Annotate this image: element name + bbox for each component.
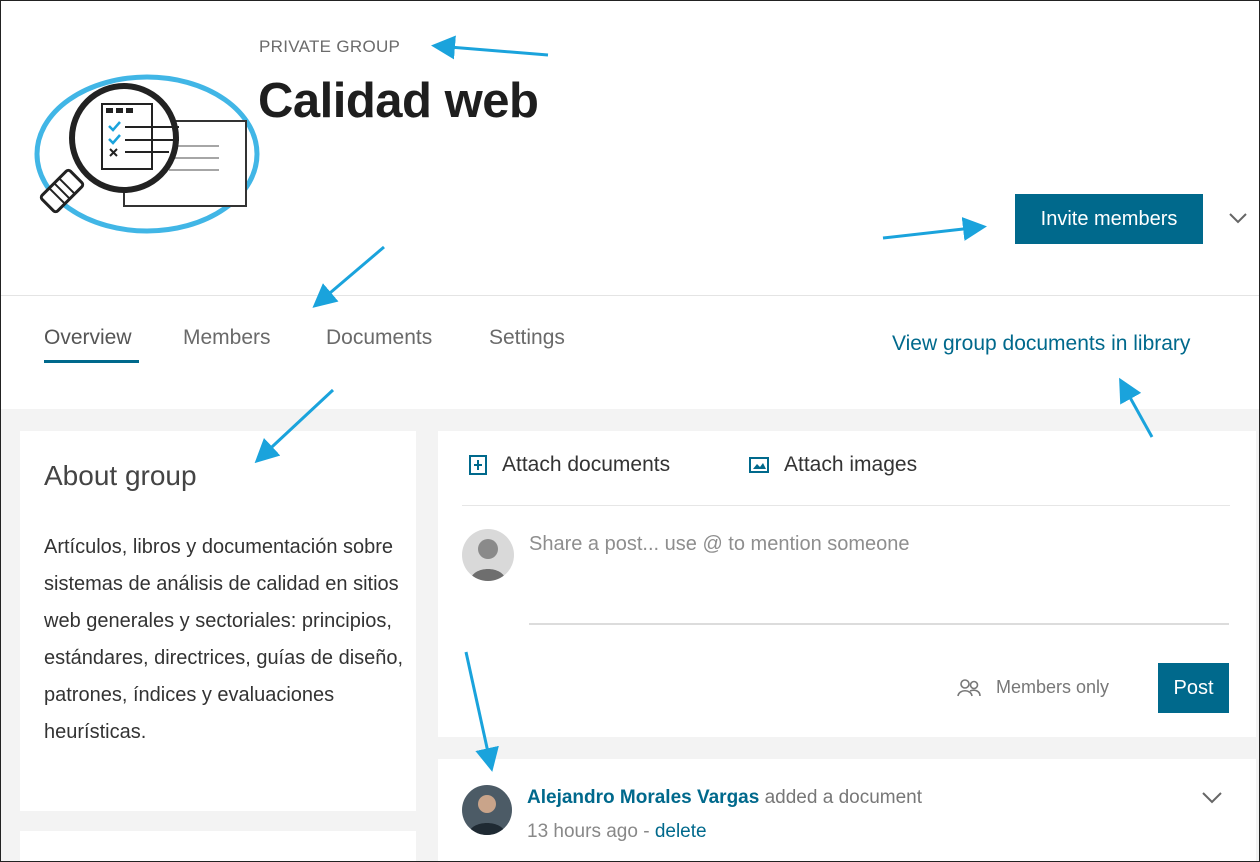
activity-item: Alejandro Morales Vargas added a documen… (438, 759, 1256, 861)
avatar (462, 529, 514, 581)
group-logo-icon (34, 74, 260, 234)
annotation-arrow (431, 35, 549, 60)
tab-documents[interactable]: Documents (326, 326, 432, 350)
document-add-icon (469, 455, 487, 475)
about-group-card: About group Artículos, libros y document… (20, 431, 416, 811)
image-icon (749, 457, 769, 473)
attach-images-button[interactable]: Attach images (748, 453, 917, 477)
attach-documents-button[interactable]: Attach documents (468, 453, 670, 477)
author-link[interactable]: Alejandro Morales Vargas (527, 787, 759, 808)
avatar (462, 785, 512, 835)
members-icon (957, 678, 981, 696)
activity-summary: Alejandro Morales Vargas added a documen… (527, 787, 922, 809)
tab-settings[interactable]: Settings (489, 326, 565, 350)
post-button[interactable]: Post (1158, 663, 1229, 713)
about-description: Artículos, libros y documentación sobre … (44, 536, 404, 743)
attach-documents-label: Attach documents (502, 453, 671, 476)
meta-separator: - (637, 821, 655, 842)
secondary-card (20, 831, 416, 861)
tab-members[interactable]: Members (183, 326, 271, 350)
chevron-down-icon[interactable] (1200, 785, 1224, 809)
post-composer-card: Attach documents Attach images Members o… (438, 431, 1256, 737)
view-library-link[interactable]: View group documents in library (892, 332, 1190, 356)
app-window: PRIVATE GROUP Calidad web Invite members… (0, 0, 1260, 862)
activity-action: added a document (764, 787, 923, 808)
audience-label: Members only (996, 677, 1110, 697)
post-input[interactable] (529, 533, 1229, 625)
chevron-down-icon[interactable] (1227, 207, 1249, 229)
audience-selector[interactable]: Members only (956, 677, 1109, 698)
attach-images-label: Attach images (784, 453, 918, 476)
annotation-arrow (882, 217, 987, 241)
delete-link[interactable]: delete (655, 821, 707, 842)
active-tab-indicator (44, 360, 139, 363)
activity-meta: 13 hours ago - delete (527, 821, 707, 843)
composer-divider (462, 505, 1230, 506)
invite-members-button[interactable]: Invite members (1015, 194, 1203, 244)
tab-overview[interactable]: Overview (44, 326, 132, 350)
activity-time: 13 hours ago (527, 821, 638, 842)
page-title: Calidad web (258, 74, 539, 128)
header-divider (1, 295, 1259, 296)
privacy-label: PRIVATE GROUP (259, 37, 401, 56)
about-title: About group (44, 460, 197, 491)
